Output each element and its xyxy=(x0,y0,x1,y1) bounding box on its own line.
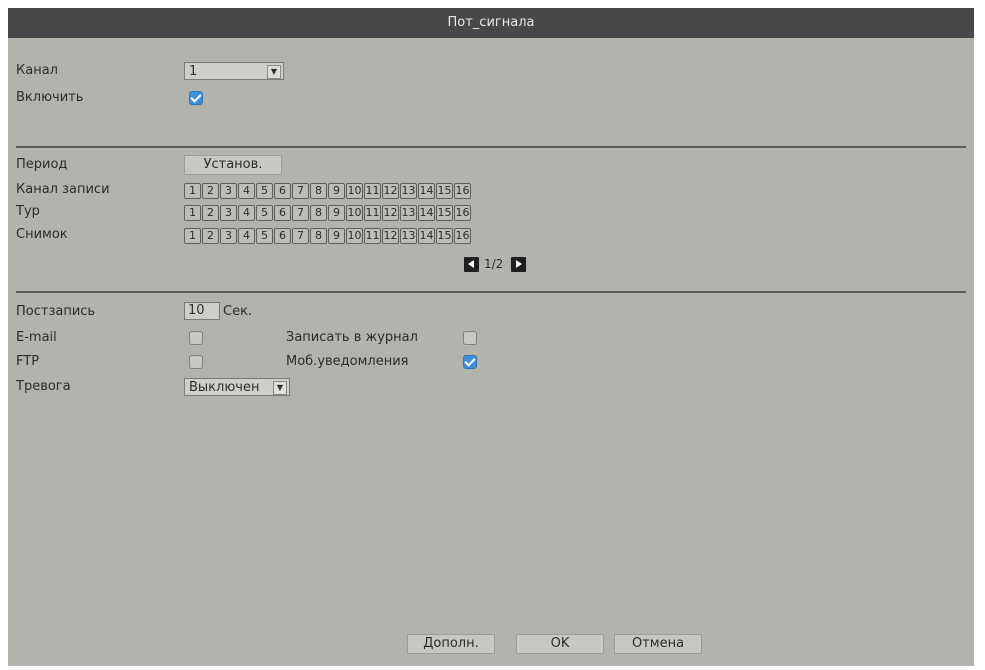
ftp-checkbox[interactable] xyxy=(189,355,203,369)
mobile-notify-checkbox[interactable] xyxy=(463,355,477,369)
record-channel-button[interactable]: 12 xyxy=(382,183,399,199)
record-channel-button[interactable]: 6 xyxy=(274,183,291,199)
write-log-label: Записать в журнал xyxy=(286,330,418,345)
pager-text: 1/2 xyxy=(484,257,504,271)
snapshot-channel-buttons: 1 2 3 4 5 6 7 8 9 10 11 12 13 14 15 16 xyxy=(184,228,471,244)
snapshot-channel-button[interactable]: 3 xyxy=(220,228,237,244)
tour-channel-button[interactable]: 9 xyxy=(328,205,345,221)
post-record-label: Постзапись xyxy=(16,304,96,319)
record-channel-button[interactable]: 11 xyxy=(364,183,381,199)
snapshot-channel-button[interactable]: 2 xyxy=(202,228,219,244)
snapshot-channel-button[interactable]: 12 xyxy=(382,228,399,244)
record-channel-button[interactable]: 5 xyxy=(256,183,273,199)
tour-channel-button[interactable]: 16 xyxy=(454,205,471,221)
snapshot-channel-button[interactable]: 6 xyxy=(274,228,291,244)
tour-channel-button[interactable]: 2 xyxy=(202,205,219,221)
ok-button[interactable]: OK xyxy=(516,634,604,654)
cancel-button[interactable]: Отмена xyxy=(614,634,702,654)
tour-channel-button[interactable]: 15 xyxy=(436,205,453,221)
snapshot-channel-button[interactable]: 14 xyxy=(418,228,435,244)
record-channel-button[interactable]: 4 xyxy=(238,183,255,199)
record-channel-buttons: 1 2 3 4 5 6 7 8 9 10 11 12 13 14 15 16 xyxy=(184,183,471,199)
channel-label: Канал xyxy=(16,63,58,78)
enable-checkbox[interactable] xyxy=(189,91,203,105)
snapshot-channel-button[interactable]: 9 xyxy=(328,228,345,244)
record-channel-label: Канал записи xyxy=(16,182,110,197)
write-log-checkbox[interactable] xyxy=(463,331,477,345)
record-channel-button[interactable]: 7 xyxy=(292,183,309,199)
next-page-icon[interactable] xyxy=(511,257,526,272)
period-set-button[interactable]: Установ. xyxy=(184,155,282,175)
post-record-input[interactable]: 10 xyxy=(184,302,220,320)
snapshot-channel-button[interactable]: 7 xyxy=(292,228,309,244)
record-channel-button[interactable]: 3 xyxy=(220,183,237,199)
alarm-label: Тревога xyxy=(16,379,71,394)
tour-channel-buttons: 1 2 3 4 5 6 7 8 9 10 11 12 13 14 15 16 xyxy=(184,205,471,221)
tour-channel-button[interactable]: 3 xyxy=(220,205,237,221)
post-record-unit: Сек. xyxy=(223,304,253,319)
record-channel-button[interactable]: 1 xyxy=(184,183,201,199)
mobile-notify-label: Моб.уведомления xyxy=(286,354,409,369)
tour-channel-button[interactable]: 6 xyxy=(274,205,291,221)
tour-channel-button[interactable]: 8 xyxy=(310,205,327,221)
tour-channel-button[interactable]: 14 xyxy=(418,205,435,221)
divider xyxy=(16,291,966,293)
chevron-down-icon[interactable]: ▼ xyxy=(273,381,287,395)
chevron-down-icon[interactable]: ▼ xyxy=(267,65,281,79)
snapshot-label: Снимок xyxy=(16,227,68,242)
record-channel-button[interactable]: 15 xyxy=(436,183,453,199)
tour-channel-button[interactable]: 12 xyxy=(382,205,399,221)
tour-channel-button[interactable]: 7 xyxy=(292,205,309,221)
snapshot-channel-button[interactable]: 4 xyxy=(238,228,255,244)
tour-channel-button[interactable]: 1 xyxy=(184,205,201,221)
snapshot-channel-button[interactable]: 11 xyxy=(364,228,381,244)
record-channel-button[interactable]: 14 xyxy=(418,183,435,199)
channel-select-value: 1 xyxy=(189,64,198,79)
prev-page-icon[interactable] xyxy=(464,257,479,272)
enable-label: Включить xyxy=(16,90,84,105)
snapshot-channel-button[interactable]: 10 xyxy=(346,228,363,244)
record-channel-button[interactable]: 9 xyxy=(328,183,345,199)
ftp-label: FTP xyxy=(16,354,40,369)
video-loss-dialog: Пот_сигнала Канал 1 ▼ Включить Период Ус… xyxy=(8,8,974,666)
record-channel-button[interactable]: 2 xyxy=(202,183,219,199)
period-label: Период xyxy=(16,157,68,172)
email-label: E-mail xyxy=(16,330,57,345)
alarm-select-value: Выключен xyxy=(189,380,260,395)
snapshot-channel-button[interactable]: 5 xyxy=(256,228,273,244)
record-channel-button[interactable]: 13 xyxy=(400,183,417,199)
tour-channel-button[interactable]: 11 xyxy=(364,205,381,221)
divider xyxy=(16,146,966,148)
alarm-select[interactable]: Выключен ▼ xyxy=(184,378,290,396)
tour-label: Тур xyxy=(16,204,40,219)
advanced-button[interactable]: Дополн. xyxy=(407,634,495,654)
channel-select[interactable]: 1 ▼ xyxy=(184,62,284,80)
snapshot-channel-button[interactable]: 15 xyxy=(436,228,453,244)
tour-channel-button[interactable]: 13 xyxy=(400,205,417,221)
dialog-title: Пот_сигнала xyxy=(8,8,974,38)
snapshot-channel-button[interactable]: 8 xyxy=(310,228,327,244)
snapshot-channel-button[interactable]: 1 xyxy=(184,228,201,244)
record-channel-button[interactable]: 16 xyxy=(454,183,471,199)
tour-channel-button[interactable]: 5 xyxy=(256,205,273,221)
tour-channel-button[interactable]: 4 xyxy=(238,205,255,221)
email-checkbox[interactable] xyxy=(189,331,203,345)
snapshot-channel-button[interactable]: 13 xyxy=(400,228,417,244)
snapshot-channel-button[interactable]: 16 xyxy=(454,228,471,244)
record-channel-button[interactable]: 10 xyxy=(346,183,363,199)
record-channel-button[interactable]: 8 xyxy=(310,183,327,199)
tour-channel-button[interactable]: 10 xyxy=(346,205,363,221)
